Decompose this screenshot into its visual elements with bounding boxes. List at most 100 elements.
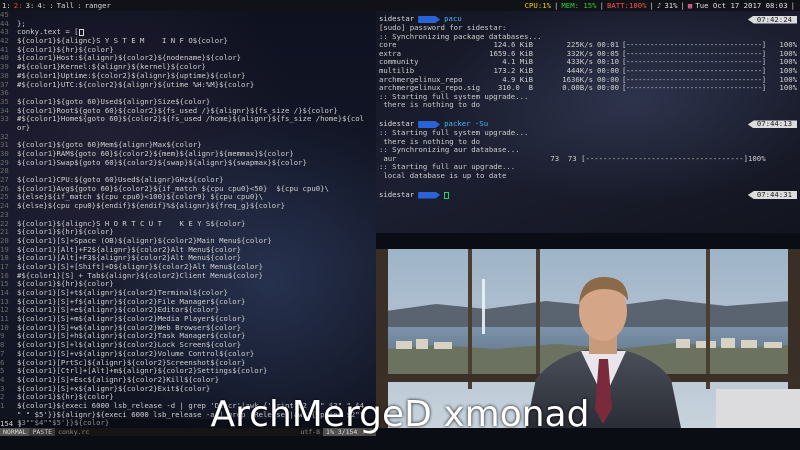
terminal-output-line: local database is up to date: [379, 171, 507, 180]
volume-icon: ♪: [656, 1, 662, 10]
code-text: ${color1}[S]+Space (OB)${alignr}${color2…: [17, 236, 272, 245]
status-bar: 1: 2: 3: 4: : Tall : ranger CPU:1% | MEM…: [0, 0, 800, 11]
code-text: #${color1}Home${goto 60}${color2}${fs_us…: [17, 115, 365, 124]
text-cursor[interactable]: [78, 28, 84, 36]
code-line: 27 ${color1}CPU:${goto 60}Used${alignr}GH…: [0, 176, 376, 185]
code-text: ${color1}${goto 60}Used${alignr}Size${co…: [17, 97, 211, 106]
overlay-caption: ArchMergeD xmonad: [210, 394, 590, 435]
code-text: ${color1}Host:${alignr}${color2}${nodena…: [17, 54, 242, 63]
progress-bar: [----------------------------------]: [622, 84, 766, 93]
terminal-pane[interactable]: sidestar pacu 07:42:24 [sudo] password f…: [376, 11, 800, 233]
line-number: 25: [0, 193, 9, 202]
code-line: 10 ${color1}[S]+w${alignr}${color2}Web Br…: [0, 324, 376, 333]
line-number: 45: [0, 11, 9, 19]
line-number: 35: [0, 97, 9, 106]
layout-name[interactable]: Tall: [57, 0, 75, 11]
line-number: 8: [0, 341, 5, 350]
line-number: 14: [0, 289, 9, 297]
prompt-line: sidestar packer -Su 07:44:13: [379, 120, 797, 129]
code-line: 14 ${color1}[S]+t${alignr}${color2}Termin…: [0, 289, 376, 298]
code-line: 13 ${color1}[S]+f${alignr}${color2}File M…: [0, 298, 376, 307]
code-text: ${color1}[S]+Esc${alignr}${color2}Kill${…: [17, 375, 220, 384]
line-number: 7: [0, 349, 5, 358]
calendar-icon: ▦: [687, 1, 693, 10]
separator: |: [790, 1, 795, 10]
code-line: 22 ${color1}${alignc}S H O R T C U T K E …: [0, 220, 376, 229]
line-number: 5: [0, 367, 5, 376]
line-number: 19: [0, 245, 9, 254]
terminal-output-line: :: Starting full system upgrade...: [379, 128, 529, 137]
code-line: 23: [0, 211, 376, 220]
code-line: 39 #${color1}Kernel:${alignr}${kernel}${c…: [0, 63, 376, 72]
code-text: ${color1}[S]+e${alignr}${color2}Editor${…: [17, 306, 220, 315]
line-number: 6: [0, 358, 5, 367]
code-line: 35 ${color1}${goto 60}Used${alignr}Size${…: [0, 98, 376, 107]
line-number: 13: [0, 297, 9, 306]
code-text: ${color1}${goto 60}Mem${alignr}Max${colo…: [17, 141, 202, 150]
line-number: 24: [0, 202, 9, 211]
package-name: archmergelinux_repo.sig: [379, 83, 481, 93]
code-text: ${color1}${hr}${color}: [17, 280, 114, 289]
terminal-output-line: [sudo] password for sidestar:: [379, 24, 507, 32]
memory-usage: MEM: 15%: [561, 1, 597, 10]
line-number: 18: [0, 254, 9, 263]
code-line: 28: [0, 167, 376, 176]
line-number: 28: [0, 167, 9, 176]
line-number: 31: [0, 141, 9, 150]
line-number: 42: [0, 37, 9, 46]
line-number: 23: [0, 210, 9, 219]
code-line: 41 ${color1}${hr}${color}: [0, 46, 376, 55]
workspace-1[interactable]: 1:: [2, 0, 11, 11]
separator: |: [649, 1, 654, 10]
package-sync-list: core 124.6 KiB 225K/s 00:01 [---------------…: [379, 41, 797, 93]
workspace-4[interactable]: 4:: [37, 0, 46, 11]
code-line: 7 ${color1}[S]+v${alignr}${color2}Volume …: [0, 350, 376, 359]
line-number: 17: [0, 262, 9, 271]
code-line: 5 ${color1}[Ctrl]+[Alt]+m${alignr}${color…: [0, 367, 376, 376]
separator: |: [599, 1, 604, 10]
code-text: #${color1}[S] + Tab${alignr}${color2}Cli…: [17, 271, 264, 280]
code-text: ${color1}${alignc}S H O R T C U T K E Y …: [17, 219, 246, 228]
code-line: 37 #${color1}UTC:${color2}${alignr}${utim…: [0, 81, 376, 90]
code-text: ${color1}[S]+v${alignr}${color2}Volume C…: [17, 349, 255, 358]
line-number: 15: [0, 280, 9, 289]
workspace-3[interactable]: 3:: [26, 0, 35, 11]
code-text: ${color1}[S]+w${alignr}${color2}Web Brow…: [17, 323, 242, 332]
volume-level[interactable]: 31%: [664, 0, 677, 11]
progress-bar: [----------------------------------]: [622, 41, 766, 50]
workspace-2[interactable]: 2:: [14, 0, 23, 11]
package-row: archmergelinux_repo.sig 310.0 B 0.00B/s 00:…: [379, 84, 797, 93]
code-line: 21 ${color1}${hr}${color}: [0, 228, 376, 237]
code-text: ${color1}[S]+h${alignr}${color2}Task Man…: [17, 332, 246, 341]
code-text: #${color1}UTC:${color2}${alignr}${utime …: [17, 80, 255, 89]
code-line: 12 ${color1}[S]+e${alignr}${color2}Editor…: [0, 306, 376, 315]
line-number: 33: [0, 115, 9, 124]
code-line: 40 ${color1}Host:${alignr}${color2}${node…: [0, 54, 376, 63]
prompt-command: packer -Su: [444, 119, 489, 129]
code-text: ${color1}[Ctrl]+[Alt]+m${alignr}${color2…: [17, 367, 268, 376]
separator: |: [554, 1, 559, 10]
code-line: 16 #${color1}[S] + Tab${alignr}${color2}C…: [0, 272, 376, 281]
prompt-time: 07:44:31: [747, 191, 797, 199]
progress-bar: [----------------------------------]: [622, 49, 766, 58]
prompt-arrow-icon: [418, 191, 441, 199]
line-number: 26: [0, 184, 9, 193]
window-title: ranger: [84, 1, 111, 10]
code-line: 9 ${color1}[S]+h${alignr}${color2}Task Ma…: [0, 332, 376, 341]
workspace-list: 1: 2: 3: 4: : Tall : ranger: [2, 0, 114, 11]
code-line: 44};: [0, 20, 376, 29]
vim-editor-pane[interactable]: 45 44}; 43 conky.text = [42 ${color1}${align…: [0, 11, 376, 428]
terminal-cursor[interactable]: [444, 191, 450, 199]
line-number: 10: [0, 323, 9, 332]
separator: |: [680, 1, 685, 10]
code-text: ${else}${if_match ${cpu cpu0}<100}${colo…: [17, 193, 264, 202]
code-text: ${color1}${hr}${color}: [17, 228, 114, 237]
code-line: 34 ${color1}Root${goto 60}${color2}${fs_u…: [0, 107, 376, 116]
line-number: 43: [0, 28, 9, 37]
progress-bar: [----------------------------------]: [622, 58, 766, 67]
terminal-output-line: :: Synchronizing aur database...: [379, 146, 520, 155]
code-line: 15 ${color1}${hr}${color}: [0, 280, 376, 289]
prompt-line: sidestar pacu 07:42:24: [379, 15, 797, 24]
code-text: ${color1}[S]+[Shift]+D${alignr}${color2}…: [17, 262, 264, 271]
terminal-output-line: there is nothing to do: [379, 101, 481, 110]
